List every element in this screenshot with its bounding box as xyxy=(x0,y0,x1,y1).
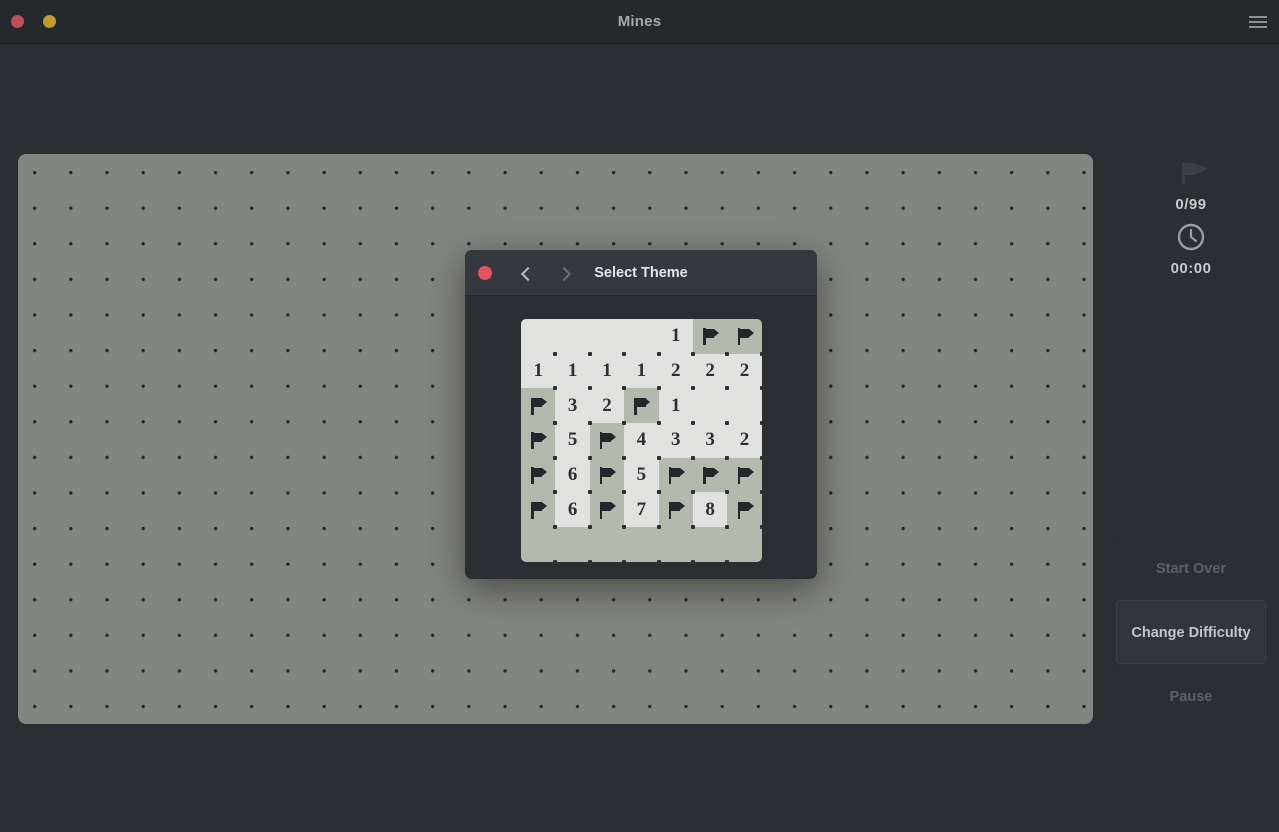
flag-icon xyxy=(528,396,548,416)
flag-icon xyxy=(735,465,755,485)
preview-cell-hidden[interactable] xyxy=(727,527,762,562)
preview-cell-number[interactable]: 3 xyxy=(555,388,593,425)
change-difficulty-button[interactable]: Change Difficulty xyxy=(1116,600,1266,664)
flag-icon xyxy=(735,326,755,346)
start-over-button[interactable]: Start Over xyxy=(1116,536,1266,600)
preview-cell-empty[interactable] xyxy=(555,319,593,356)
preview-cell-flag[interactable] xyxy=(624,388,661,425)
preview-cell-number[interactable]: 1 xyxy=(589,353,627,391)
preview-cell-flag[interactable] xyxy=(521,423,558,460)
timer-display: 00:00 xyxy=(1116,220,1266,277)
preview-cell-number[interactable]: 4 xyxy=(624,423,661,460)
preview-cell-empty[interactable] xyxy=(521,319,558,356)
preview-cell-number[interactable]: 1 xyxy=(555,353,593,391)
preview-cell-flag[interactable] xyxy=(589,423,627,460)
flag-icon xyxy=(597,500,617,520)
clock-icon xyxy=(1116,220,1266,254)
preview-cell-number[interactable]: 2 xyxy=(727,353,762,391)
flag-icon xyxy=(597,465,617,485)
theme-preview-board[interactable]: 111112223215433265678 xyxy=(521,319,762,562)
flag-counter: 0/99 xyxy=(1116,156,1266,213)
flag-icon xyxy=(631,396,651,416)
hamburger-menu-icon[interactable] xyxy=(1247,11,1269,33)
flag-icon xyxy=(528,430,548,450)
preview-cell-empty[interactable] xyxy=(692,388,730,425)
window-title: Mines xyxy=(617,13,662,30)
preview-cell-number[interactable]: 1 xyxy=(624,353,661,391)
preview-cell-flag[interactable] xyxy=(727,457,762,495)
preview-cell-hidden[interactable] xyxy=(624,527,661,562)
preview-cell-flag[interactable] xyxy=(589,492,627,529)
preview-cell-number[interactable]: 7 xyxy=(624,492,661,529)
select-theme-dialog: Select Theme 111112223215433265678 xyxy=(465,250,817,579)
preview-cell-flag[interactable] xyxy=(692,319,730,356)
pause-button[interactable]: Pause xyxy=(1116,664,1266,728)
control-buttons: Start Over Change Difficulty Pause xyxy=(1116,536,1266,728)
preview-cell-flag[interactable] xyxy=(521,457,558,495)
preview-cell-flag[interactable] xyxy=(727,492,762,529)
flag-icon xyxy=(700,326,720,346)
preview-cell-empty[interactable] xyxy=(589,319,627,356)
preview-cell-hidden[interactable] xyxy=(658,527,696,562)
status-panel: 0/99 00:00 Start Over Change Difficulty … xyxy=(1116,150,1266,730)
flag-icon xyxy=(666,500,686,520)
preview-cell-number[interactable]: 1 xyxy=(658,388,696,425)
timer-label: 00:00 xyxy=(1170,260,1212,277)
flag-icon xyxy=(666,465,686,485)
flag-icon xyxy=(528,500,548,520)
preview-cell-number[interactable]: 5 xyxy=(555,423,593,460)
preview-cell-flag[interactable] xyxy=(521,492,558,529)
menu-line xyxy=(1249,21,1267,23)
preview-cell-flag[interactable] xyxy=(727,319,762,356)
preview-cell-number[interactable]: 3 xyxy=(692,423,730,460)
preview-cell-hidden[interactable] xyxy=(589,527,627,562)
preview-cell-flag[interactable] xyxy=(658,492,696,529)
preview-cell-number[interactable]: 8 xyxy=(692,492,730,529)
preview-cell-number[interactable]: 6 xyxy=(555,457,593,495)
preview-cell-flag[interactable] xyxy=(692,457,730,495)
preview-cell-number[interactable]: 1 xyxy=(521,353,558,391)
flag-icon xyxy=(1116,156,1266,190)
preview-cell-number[interactable]: 2 xyxy=(727,423,762,460)
dialog-titlebar: Select Theme xyxy=(465,250,817,296)
preview-cell-flag[interactable] xyxy=(589,457,627,495)
flag-icon xyxy=(735,500,755,520)
preview-cell-number[interactable]: 6 xyxy=(555,492,593,529)
preview-cell-number[interactable]: 1 xyxy=(658,319,696,356)
flag-icon xyxy=(597,430,617,450)
flag-count-label: 0/99 xyxy=(1175,196,1207,213)
preview-cell-number[interactable]: 2 xyxy=(658,353,696,391)
preview-cell-number[interactable]: 3 xyxy=(658,423,696,460)
window-titlebar: Mines xyxy=(0,0,1279,44)
menu-line xyxy=(1249,26,1267,28)
preview-cell-empty[interactable] xyxy=(624,319,661,356)
flag-icon xyxy=(528,465,548,485)
preview-cell-number[interactable]: 5 xyxy=(624,457,661,495)
preview-cell-number[interactable]: 2 xyxy=(589,388,627,425)
preview-cell-flag[interactable] xyxy=(521,388,558,425)
preview-cell-flag[interactable] xyxy=(658,457,696,495)
menu-line xyxy=(1249,16,1267,18)
dialog-title: Select Theme xyxy=(594,265,688,281)
preview-cell-hidden[interactable] xyxy=(555,527,593,562)
preview-cell-hidden[interactable] xyxy=(692,527,730,562)
preview-cell-number[interactable]: 2 xyxy=(692,353,730,391)
preview-cell-hidden[interactable] xyxy=(521,527,558,562)
preview-cell-empty[interactable] xyxy=(727,388,762,425)
flag-icon xyxy=(700,465,720,485)
